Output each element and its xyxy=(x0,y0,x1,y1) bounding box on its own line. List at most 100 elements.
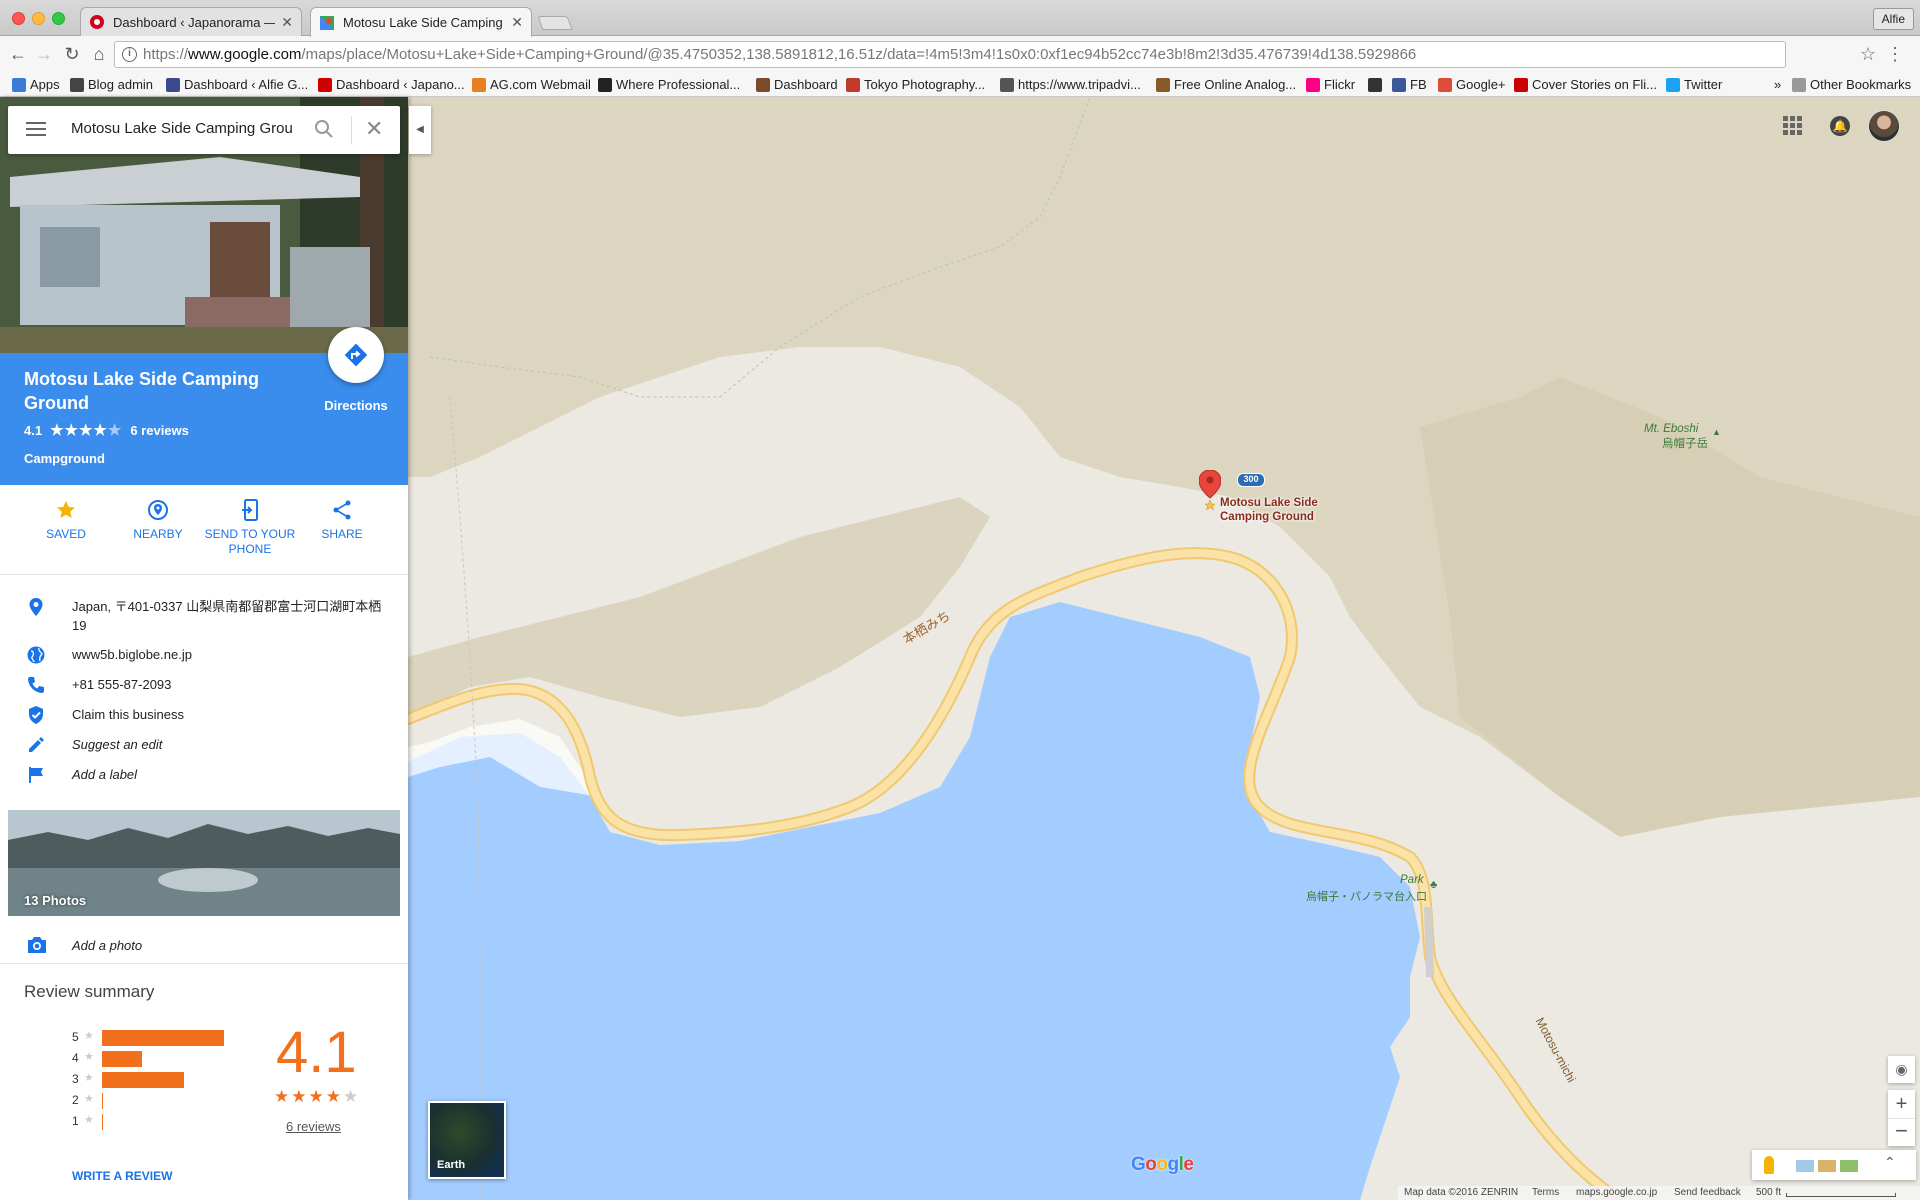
tab-dashboard[interactable]: Dashboard ‹ Japanorama — W ✕ xyxy=(80,7,302,36)
bookmark-item[interactable]: Where Professional... xyxy=(598,76,740,94)
tab-google-maps[interactable]: Motosu Lake Side Camping Gro ✕ xyxy=(310,7,532,37)
hamburger-menu-icon[interactable] xyxy=(26,122,46,137)
bookmark-item[interactable]: Free Online Analog... xyxy=(1156,76,1296,94)
bookmark-item[interactable]: FB xyxy=(1392,76,1427,94)
notifications-icon[interactable]: 🔔 xyxy=(1830,116,1850,136)
add-photo-row[interactable]: Add a photo xyxy=(0,934,408,964)
search-input[interactable]: Motosu Lake Side Camping Grou xyxy=(71,120,301,137)
park-label[interactable]: Park xyxy=(1400,874,1424,886)
bookmark-label: Dashboard ‹ Alfie G... xyxy=(184,77,309,92)
site-info-icon[interactable]: i xyxy=(122,47,137,62)
maximize-window-button[interactable] xyxy=(52,12,65,25)
collapse-panel-button[interactable]: ◀ xyxy=(409,106,431,154)
map-layers-control: ⌃ xyxy=(1752,1150,1916,1180)
pegman-icon[interactable] xyxy=(1764,1156,1774,1174)
reviews-link[interactable]: 6 reviews xyxy=(130,423,189,438)
bookmark-item[interactable]: Apps xyxy=(12,76,60,94)
share-button[interactable]: SHARE xyxy=(296,499,388,542)
mountain-name: Mt. Eboshi xyxy=(1644,423,1699,435)
park-label-jp[interactable]: 烏帽子・パノラマ台入口 xyxy=(1306,888,1427,904)
rating-stars: ★★★★★ xyxy=(50,422,123,439)
bookmark-item[interactable]: Flickr xyxy=(1306,76,1355,94)
bookmark-item[interactable]: AG.com Webmail xyxy=(472,76,591,94)
bookmark-item[interactable]: Dashboard ‹ Japano... xyxy=(318,76,465,94)
bookmark-item[interactable]: https://www.tripadvi... xyxy=(1000,76,1141,94)
terms-link[interactable]: Terms xyxy=(1532,1187,1559,1198)
nearby-button[interactable]: NEARBY xyxy=(112,499,204,542)
google-apps-icon[interactable] xyxy=(1783,116,1803,136)
location-pin-icon[interactable] xyxy=(1199,470,1221,510)
map-place-label[interactable]: Motosu Lake Side Camping Ground xyxy=(1220,496,1318,524)
map-footer: Map data ©2016 ZENRIN Terms maps.google.… xyxy=(1398,1186,1920,1200)
send-to-phone-icon xyxy=(242,499,258,521)
photos-thumbnail[interactable]: 13 Photos xyxy=(8,810,400,916)
avatar[interactable] xyxy=(1868,110,1900,142)
my-location-icon[interactable]: ◉ xyxy=(1888,1056,1915,1083)
reload-icon[interactable]: ↻ xyxy=(62,44,82,64)
new-tab-button[interactable] xyxy=(537,16,573,30)
saved-label: SAVED xyxy=(46,527,86,541)
bookmark-item[interactable]: Twitter xyxy=(1666,76,1722,94)
earth-view-toggle[interactable]: Earth xyxy=(428,1101,506,1179)
place-category[interactable]: Campground xyxy=(24,451,105,466)
add-photo-text: Add a photo xyxy=(72,938,143,953)
write-review-button[interactable]: WRITE A REVIEW xyxy=(72,1169,172,1183)
profile-button[interactable]: Alfie xyxy=(1872,8,1914,30)
bookmark-label: Dashboard xyxy=(774,77,838,92)
bookmark-item[interactable]: Dashboard xyxy=(756,76,838,94)
bookmark-item[interactable]: Blog admin xyxy=(70,76,153,94)
close-window-button[interactable] xyxy=(12,12,25,25)
bookmark-item[interactable]: Dashboard ‹ Alfie G... xyxy=(166,76,308,94)
bookmark-item[interactable]: Cover Stories on Fli... xyxy=(1514,76,1657,94)
minimize-window-button[interactable] xyxy=(32,12,45,25)
website-link[interactable]: www5b.biglobe.ne.jp xyxy=(72,645,392,664)
forward-icon[interactable]: → xyxy=(34,44,54,64)
place-title: Motosu Lake Side Camping Ground xyxy=(24,369,260,413)
review-count-link[interactable]: 6 reviews xyxy=(286,1119,341,1134)
expand-up-icon[interactable]: ⌃ xyxy=(1884,1154,1896,1171)
histogram-star-icon: ★ xyxy=(84,1072,94,1084)
domain-link[interactable]: maps.google.co.jp xyxy=(1576,1187,1657,1198)
bookmark-item[interactable] xyxy=(1368,76,1386,94)
bookmark-item[interactable]: Google+ xyxy=(1438,76,1506,94)
earth-label: Earth xyxy=(437,1159,466,1171)
zoom-out-icon[interactable]: − xyxy=(1888,1118,1915,1146)
average-rating: 4.1 xyxy=(276,1020,357,1085)
tab-close-icon[interactable]: ✕ xyxy=(281,14,293,31)
directions-label[interactable]: Directions xyxy=(310,398,402,413)
map-place-label-line2: Camping Ground xyxy=(1220,511,1314,523)
histogram-star-icon: ★ xyxy=(84,1114,94,1126)
tab-bar: Dashboard ‹ Japanorama — W ✕ Motosu Lake… xyxy=(0,0,1920,37)
histogram-star-icon: ★ xyxy=(84,1051,94,1063)
send-to-phone-button[interactable]: SEND TO YOUR PHONE xyxy=(204,499,296,557)
clear-search-icon[interactable]: ✕ xyxy=(365,117,383,141)
search-icon[interactable] xyxy=(314,119,334,139)
histogram-star-icon: ★ xyxy=(84,1030,94,1042)
directions-button[interactable] xyxy=(328,327,384,383)
flag-icon xyxy=(29,767,43,783)
transit-layer-icon[interactable] xyxy=(1840,1160,1858,1172)
histogram-star-count: 4 xyxy=(72,1051,79,1065)
menu-icon[interactable]: ⋮ xyxy=(1886,44,1904,65)
traffic-layer-icon[interactable] xyxy=(1818,1160,1836,1172)
photos-count-label: 13 Photos xyxy=(24,893,87,908)
saved-button[interactable]: SAVED xyxy=(20,499,112,542)
zoom-in-icon[interactable]: + xyxy=(1888,1090,1915,1118)
tab-close-icon[interactable]: ✕ xyxy=(511,14,523,31)
url-scheme: https:// xyxy=(143,46,189,63)
scale-label[interactable]: 500 ft xyxy=(1756,1187,1781,1198)
bookmarks-overflow-button[interactable]: » xyxy=(1774,76,1781,94)
address-bar[interactable]: i https://www.google.com/maps/place/Moto… xyxy=(114,41,1786,68)
bookmark-star-icon[interactable]: ☆ xyxy=(1860,44,1876,65)
other-bookmarks-folder[interactable]: Other Bookmarks xyxy=(1792,76,1911,94)
home-icon[interactable]: ⌂ xyxy=(89,44,109,64)
histogram-star-icon: ★ xyxy=(84,1093,94,1105)
japanorama-favicon-icon xyxy=(90,15,104,29)
send-feedback-link[interactable]: Send feedback xyxy=(1674,1187,1741,1198)
terrain-layer-icon[interactable] xyxy=(1796,1160,1814,1172)
rating-value: 4.1 xyxy=(24,422,43,438)
review-summary-title: Review summary xyxy=(24,982,155,1001)
bookmark-item[interactable]: Tokyo Photography... xyxy=(846,76,985,94)
back-icon[interactable]: ← xyxy=(8,44,28,64)
mountain-label[interactable]: Mt. Eboshi 烏帽子岳 xyxy=(1644,423,1708,451)
